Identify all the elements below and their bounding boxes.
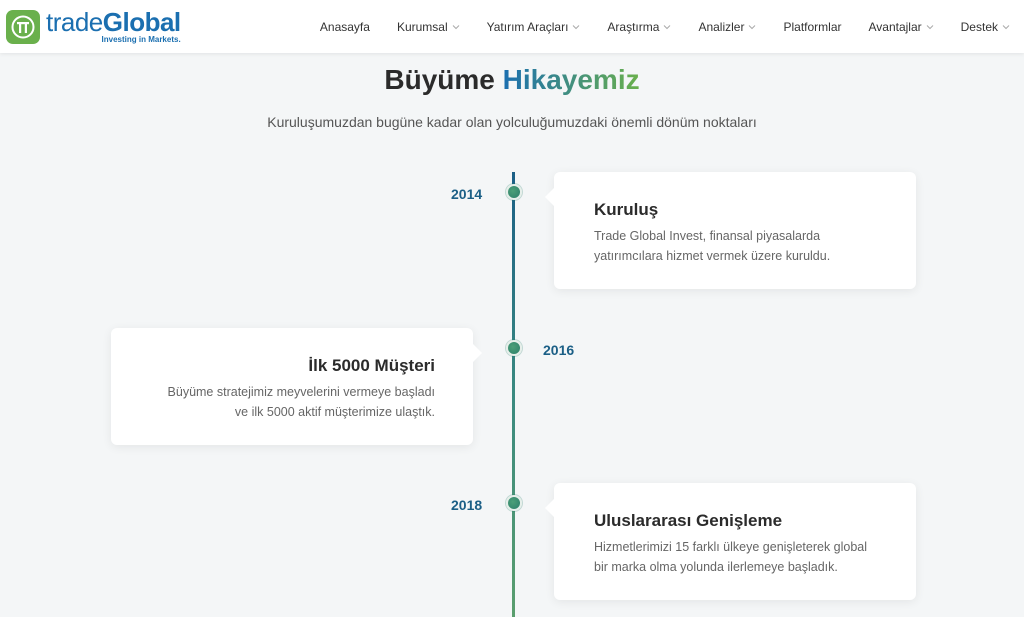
milestone-description-line: Büyüme stratejimiz meyvelerini vermeye b… bbox=[167, 385, 435, 399]
site-header: tradeGlobal Investing in Markets. Anasay… bbox=[0, 0, 1024, 53]
logo-emblem-icon bbox=[6, 9, 40, 44]
milestone-title: Uluslararası Genişleme bbox=[594, 511, 783, 530]
nav-item-label: Destek bbox=[960, 19, 998, 34]
nav-item-kurumsal[interactable]: Kurumsal bbox=[397, 20, 460, 34]
brand-logo[interactable]: tradeGlobal Investing in Markets. bbox=[6, 8, 181, 45]
timeline-dot bbox=[506, 495, 522, 511]
milestone-description-line: yatırımcılara hizmet vermek üzere kuruld… bbox=[594, 249, 831, 263]
milestone-description-line: Hizmetlerimizi 15 farklı ülkeye genişlet… bbox=[594, 540, 868, 554]
milestone-card: Uluslararası Genişleme Hizmetlerimizi 15… bbox=[545, 483, 916, 600]
nav-item-label: Yatırım Araçları bbox=[486, 19, 569, 34]
milestone-description-line: ve ilk 5000 aktif müşterimize ulaştık. bbox=[234, 405, 435, 419]
section-title-main: Büyüme bbox=[384, 64, 503, 95]
chevron-down-icon bbox=[452, 24, 459, 29]
timeline-line bbox=[512, 172, 515, 617]
nav-item-label: Platformlar bbox=[783, 19, 842, 34]
section-title-accent: Hikayemiz bbox=[502, 64, 640, 95]
milestone-year: 2016 bbox=[543, 342, 575, 358]
logo-wordmark: tradeGlobal Investing in Markets. bbox=[46, 9, 181, 44]
nav-item-avantajlar[interactable]: Avantajlar bbox=[868, 20, 933, 34]
nav-item-label: Araştırma bbox=[607, 19, 660, 34]
timeline-dot bbox=[506, 184, 522, 200]
chevron-down-icon bbox=[664, 24, 671, 29]
nav-item-label: Analizler bbox=[698, 19, 745, 34]
nav-item-label: Avantajlar bbox=[868, 19, 922, 34]
nav-item-yatirim-araclari[interactable]: Yatırım Araçları bbox=[487, 20, 581, 34]
logo-tagline: Investing in Markets. bbox=[101, 35, 181, 44]
nav-item-destek[interactable]: Destek bbox=[961, 20, 1010, 34]
nav-item-platformlar[interactable]: Platformlar bbox=[783, 20, 841, 34]
milestone-description-line: Trade Global Invest, finansal piyasalard… bbox=[594, 229, 821, 243]
milestone-title: Kuruluş bbox=[594, 200, 659, 219]
nav-item-anasayfa[interactable]: Anasayfa bbox=[320, 20, 370, 34]
logo-word-light: trade bbox=[46, 7, 103, 37]
section-subtitle: Kuruluşumuzdan bugüne kadar olan yolculu… bbox=[267, 114, 757, 130]
timeline-dot bbox=[506, 340, 522, 356]
milestone-year: 2014 bbox=[451, 186, 483, 202]
nav-item-label: Kurumsal bbox=[396, 19, 448, 34]
logo-word-bold: Global bbox=[102, 7, 181, 37]
milestone-description: Büyüme stratejimiz meyvelerini vermeye b… bbox=[135, 382, 435, 422]
milestone-description-line: bir marka olma yolunda ilerlemeye başlad… bbox=[594, 560, 838, 574]
nav-item-analizler[interactable]: Analizler bbox=[698, 20, 756, 34]
chevron-down-icon bbox=[926, 24, 933, 29]
milestone-year: 2018 bbox=[451, 497, 483, 513]
milestone-description: Trade Global Invest, finansal piyasalard… bbox=[594, 226, 894, 266]
logo-word: tradeGlobal bbox=[46, 9, 181, 35]
milestone-card: İlk 5000 Müşteri Büyüme stratejimiz meyv… bbox=[111, 328, 482, 445]
nav-item-label: Anasayfa bbox=[319, 19, 370, 34]
milestone-card: Kuruluş Trade Global Invest, finansal pi… bbox=[545, 172, 916, 289]
nav-item-arastirma[interactable]: Araştırma bbox=[607, 20, 671, 34]
section-title: Büyüme Hikayemiz bbox=[0, 64, 1024, 96]
chevron-down-icon bbox=[749, 24, 756, 29]
chevron-down-icon bbox=[573, 24, 580, 29]
milestone-title: İlk 5000 Müşteri bbox=[308, 356, 435, 375]
chevron-down-icon bbox=[1002, 24, 1010, 29]
main-nav: Anasayfa Kurumsal Yatırım Araçları Araşt… bbox=[293, 0, 1010, 53]
milestone-description: Hizmetlerimizi 15 farklı ülkeye genişlet… bbox=[594, 537, 894, 577]
